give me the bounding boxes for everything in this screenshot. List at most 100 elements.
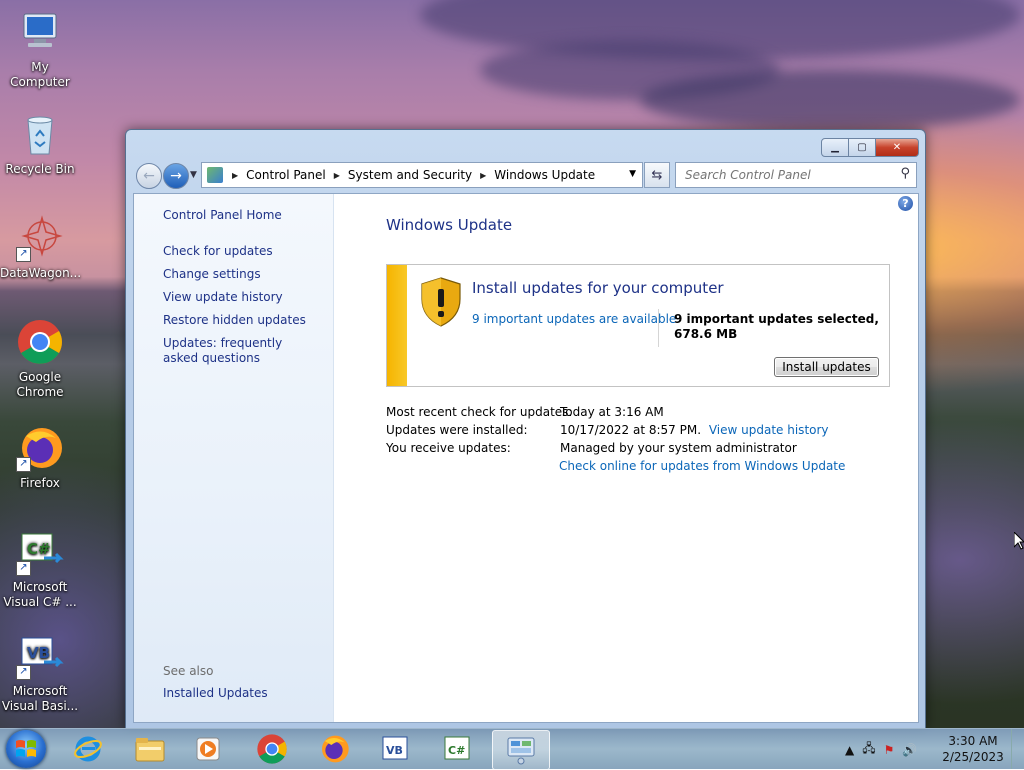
desktop-icon-firefox[interactable]: ↗ Firefox [0,424,80,491]
volume-icon[interactable]: 🔊 [902,743,917,757]
desktop-icon-datawagon[interactable]: ↗ DataWagon... [0,214,82,281]
windows-logo-icon [16,740,36,757]
update-box-title: Install updates for your computer [472,279,724,297]
sidebar-link-control-panel-home[interactable]: Control Panel Home [163,208,282,223]
chevron-right-icon[interactable]: ▶ [334,171,340,180]
search-box: ⚲ [675,162,917,188]
chrome-icon [16,318,64,366]
installed-value: 10/17/2022 at 8:57 PM. [560,423,702,437]
receive-value: Managed by your system administrator [560,441,797,455]
page-title: Windows Update [386,216,513,234]
sidebar-link-faq[interactable]: Updates: frequently asked questions [163,336,313,366]
warning-shield-icon [421,277,461,327]
control-panel-window: ▁ ▢ ✕ ← → ▼ ▶ Control Panel ▶ System and… [125,129,926,729]
desktop-icon-visual-csharp[interactable]: C# ↗ Microsoft Visual C# ... [0,528,80,610]
taskbar-explorer[interactable] [122,730,178,768]
network-icon[interactable]: 🖧 [862,739,875,760]
sidebar-link-view-update-history[interactable]: View update history [163,290,283,305]
breadcrumb-control-panel[interactable]: Control Panel [246,168,326,182]
svg-text:C#: C# [448,744,465,757]
installed-label: Updates were installed: [386,423,528,437]
taskbar-control-panel[interactable] [492,730,550,770]
close-icon: ✕ [892,142,902,153]
show-hidden-icons-icon[interactable]: ▲ [845,743,854,757]
recent-pages-dropdown[interactable]: ▼ [190,170,197,180]
forward-button[interactable]: → [163,163,189,189]
desktop-icon-recycle-bin[interactable]: Recycle Bin [0,110,80,177]
firefox-icon: ↗ [16,424,64,472]
taskbar-media-player[interactable] [180,730,236,768]
show-desktop-button[interactable] [1011,729,1024,769]
shortcut-arrow-icon: ↗ [16,665,31,680]
address-bar[interactable]: ▶ Control Panel ▶ System and Security ▶ … [201,162,643,188]
forward-arrow-icon: → [170,168,182,184]
sidebar-link-check-for-updates[interactable]: Check for updates [163,244,273,259]
visual-basic-icon: VB ↗ [16,632,64,680]
recent-check-value: Today at 3:16 AM [560,405,664,419]
breadcrumb-windows-update[interactable]: Windows Update [494,168,595,182]
desktop-icon-google-chrome[interactable]: Google Chrome [0,318,80,400]
taskbar: VB C# ▲ 🖧 ⚑ 🔊 3:30 AM 2/25/2023 [0,728,1024,770]
back-button[interactable]: ← [136,163,162,189]
content-area: Control Panel Home Check for updates Cha… [133,193,919,723]
taskbar-chrome[interactable] [244,730,300,768]
explorer-folder-icon [135,738,165,762]
desktop-icon-label: DataWagon... [0,266,82,280]
shortcut-arrow-icon: ↗ [16,457,31,472]
important-updates-link[interactable]: 9 important updates are available [472,312,676,326]
action-center-flag-icon[interactable]: ⚑ [884,743,895,757]
desktop-icon-label: Firefox [20,476,60,490]
sidebar: Control Panel Home Check for updates Cha… [134,194,334,722]
visual-basic-icon: VB [382,736,408,760]
taskbar-visual-csharp[interactable]: C# [430,730,486,768]
sidebar-link-installed-updates[interactable]: Installed Updates [163,686,268,701]
visual-csharp-icon: C# ↗ [16,528,64,576]
cloud [640,70,1020,130]
back-arrow-icon: ← [143,168,155,184]
clock-date: 2/25/2023 [942,750,1004,764]
view-update-history-link[interactable]: View update history [709,423,829,437]
maximize-button[interactable]: ▢ [848,138,876,157]
breadcrumb-system-and-security[interactable]: System and Security [348,168,472,182]
control-panel-icon [507,737,535,765]
minimize-icon: ▁ [831,142,839,153]
search-input[interactable] [683,164,892,186]
media-player-icon [196,737,220,761]
desktop-icon-my-computer[interactable]: My Computer [0,8,80,90]
internet-explorer-icon [74,736,102,762]
start-button[interactable] [6,730,46,768]
clock[interactable]: 3:30 AM 2/25/2023 [930,733,1016,765]
refresh-button[interactable]: ⇆ [644,162,670,188]
refresh-icon: ⇆ [651,167,663,183]
svg-text:VB: VB [27,644,50,662]
sidebar-link-restore-hidden-updates[interactable]: Restore hidden updates [163,313,306,328]
taskbar-firefox[interactable] [306,730,362,768]
system-tray: ▲ 🖧 ⚑ 🔊 [845,739,917,760]
desktop-icon-label: Recycle Bin [5,162,75,176]
update-status-panel: Install updates for your computer 9 impo… [386,264,890,387]
desktop-icon-visual-basic[interactable]: VB ↗ Microsoft Visual Basi... [0,632,80,714]
help-icon[interactable]: ? [898,196,913,211]
sidebar-link-change-settings[interactable]: Change settings [163,267,261,282]
install-updates-button[interactable]: Install updates [774,357,879,377]
address-dropdown-icon[interactable]: ▼ [629,169,636,179]
datawagon-icon: ↗ [16,214,64,262]
chevron-right-icon[interactable]: ▶ [232,171,238,180]
minimize-button[interactable]: ▁ [821,138,849,157]
close-button[interactable]: ✕ [875,138,919,157]
recycle-bin-icon [16,110,64,158]
taskbar-visual-basic[interactable]: VB [368,730,424,768]
shortcut-arrow-icon: ↗ [16,561,31,576]
control-panel-icon [207,167,223,183]
shortcut-arrow-icon: ↗ [16,247,31,262]
search-icon[interactable]: ⚲ [900,166,910,181]
desktop-icon-label: Google Chrome [16,370,64,399]
computer-icon [16,8,64,56]
chevron-right-icon[interactable]: ▶ [480,171,486,180]
check-online-link[interactable]: Check online for updates from Windows Up… [559,459,845,473]
mouse-cursor-icon [1014,532,1024,550]
desktop-icon-label: Microsoft Visual C# ... [3,580,77,609]
desktop-icon-label: Microsoft Visual Basi... [1,684,79,713]
taskbar-internet-explorer[interactable] [60,730,116,768]
visual-csharp-icon: C# [444,736,470,760]
